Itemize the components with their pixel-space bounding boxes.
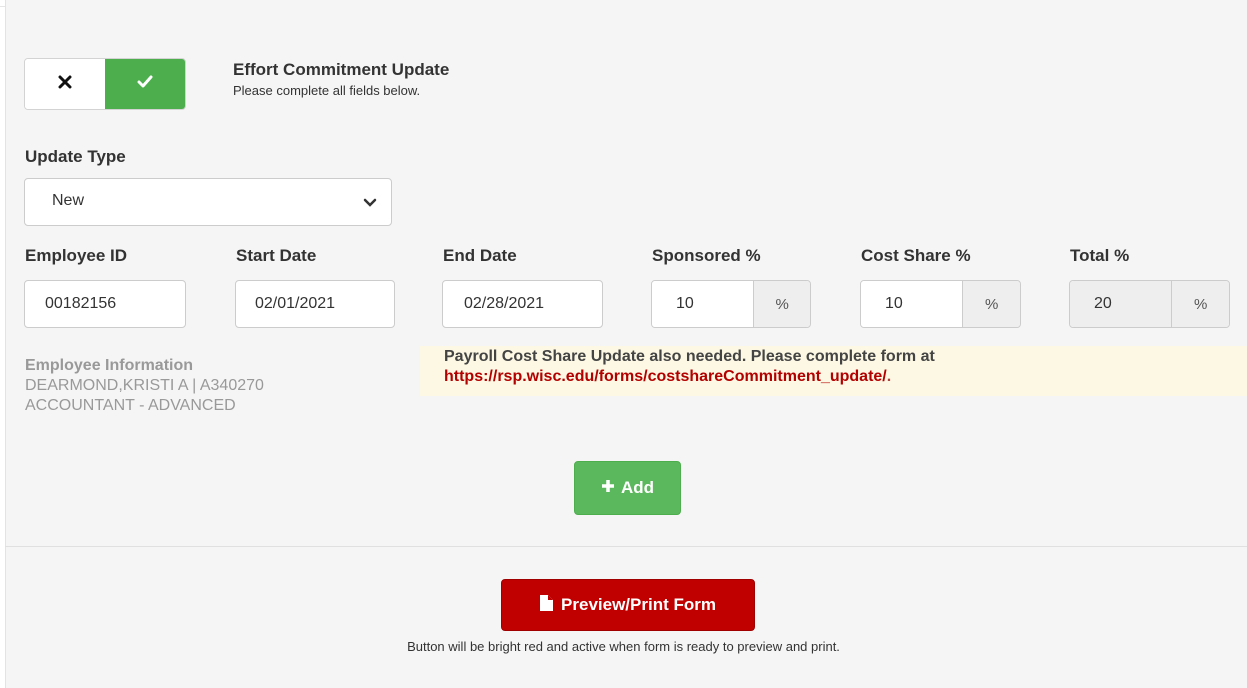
start-date-value: 02/01/2021 — [255, 295, 336, 312]
end-date-value: 02/28/2021 — [464, 295, 545, 312]
toggle-on-option[interactable] — [105, 59, 185, 109]
close-icon — [58, 75, 72, 94]
sponsored-input-group: 10 % — [651, 280, 811, 328]
print-hint: Button will be bright red and active whe… — [407, 639, 840, 654]
sponsored-value: 10 — [676, 295, 694, 312]
file-icon — [540, 594, 554, 616]
cost-share-input[interactable]: 10 — [861, 281, 963, 327]
complete-toggle[interactable] — [24, 58, 186, 110]
cost-share-percent-addon: % — [962, 281, 1020, 327]
form-title: Effort Commitment Update — [233, 60, 450, 79]
update-type-value: New — [52, 192, 85, 209]
toggle-off-option[interactable] — [25, 59, 105, 109]
update-type-select[interactable]: New — [24, 178, 392, 226]
alert-suffix: . — [886, 368, 892, 385]
employee-information: Employee Information DEARMOND,KRISTI A |… — [25, 356, 264, 416]
start-date-input[interactable]: 02/01/2021 — [235, 280, 395, 328]
check-icon — [137, 75, 153, 94]
add-button-label: Add — [620, 478, 655, 497]
end-date-label: End Date — [443, 246, 517, 265]
employee-id-label: Employee ID — [25, 246, 128, 265]
total-input: 20 — [1070, 281, 1172, 327]
preview-print-label: Preview/Print Form — [561, 595, 716, 614]
plus-icon — [601, 478, 615, 498]
preview-print-button[interactable]: Preview/Print Form — [501, 579, 755, 631]
total-value: 20 — [1094, 295, 1112, 312]
employee-title-line: ACCOUNTANT - ADVANCED — [25, 397, 236, 414]
total-input-group: 20 % — [1069, 280, 1230, 328]
sponsored-input[interactable]: 10 — [652, 281, 754, 327]
total-label: Total % — [1070, 246, 1130, 265]
alert-message: Payroll Cost Share Update also needed. P… — [444, 348, 935, 365]
cost-share-form-link[interactable]: https://rsp.wisc.edu/forms/costshareComm… — [444, 368, 887, 385]
start-date-label: Start Date — [236, 246, 317, 265]
form-header: Effort Commitment Update Please complete… — [233, 60, 449, 98]
employee-name-line: DEARMOND,KRISTI A | A340270 — [25, 377, 264, 394]
form-subtitle: Please complete all fields below. — [233, 83, 421, 98]
add-button[interactable]: Add — [574, 461, 681, 515]
cost-share-input-group: 10 % — [860, 280, 1021, 328]
sponsored-percent-addon: % — [753, 281, 810, 327]
employee-id-value: 00182156 — [45, 295, 117, 312]
sponsored-label: Sponsored % — [652, 246, 761, 265]
alert-link-line: https://rsp.wisc.edu/forms/costshareComm… — [444, 368, 891, 386]
employee-id-input[interactable]: 00182156 — [24, 280, 186, 328]
cost-share-value: 10 — [885, 295, 903, 312]
section-divider — [5, 546, 1247, 547]
cost-share-alert: Payroll Cost Share Update also needed. P… — [420, 346, 1247, 396]
update-type-label: Update Type — [25, 147, 126, 166]
end-date-input[interactable]: 02/28/2021 — [442, 280, 603, 328]
chevron-down-icon — [363, 195, 377, 213]
total-percent-addon: % — [1171, 281, 1229, 327]
employee-info-heading: Employee Information — [25, 357, 194, 374]
cost-share-label: Cost Share % — [861, 246, 971, 265]
